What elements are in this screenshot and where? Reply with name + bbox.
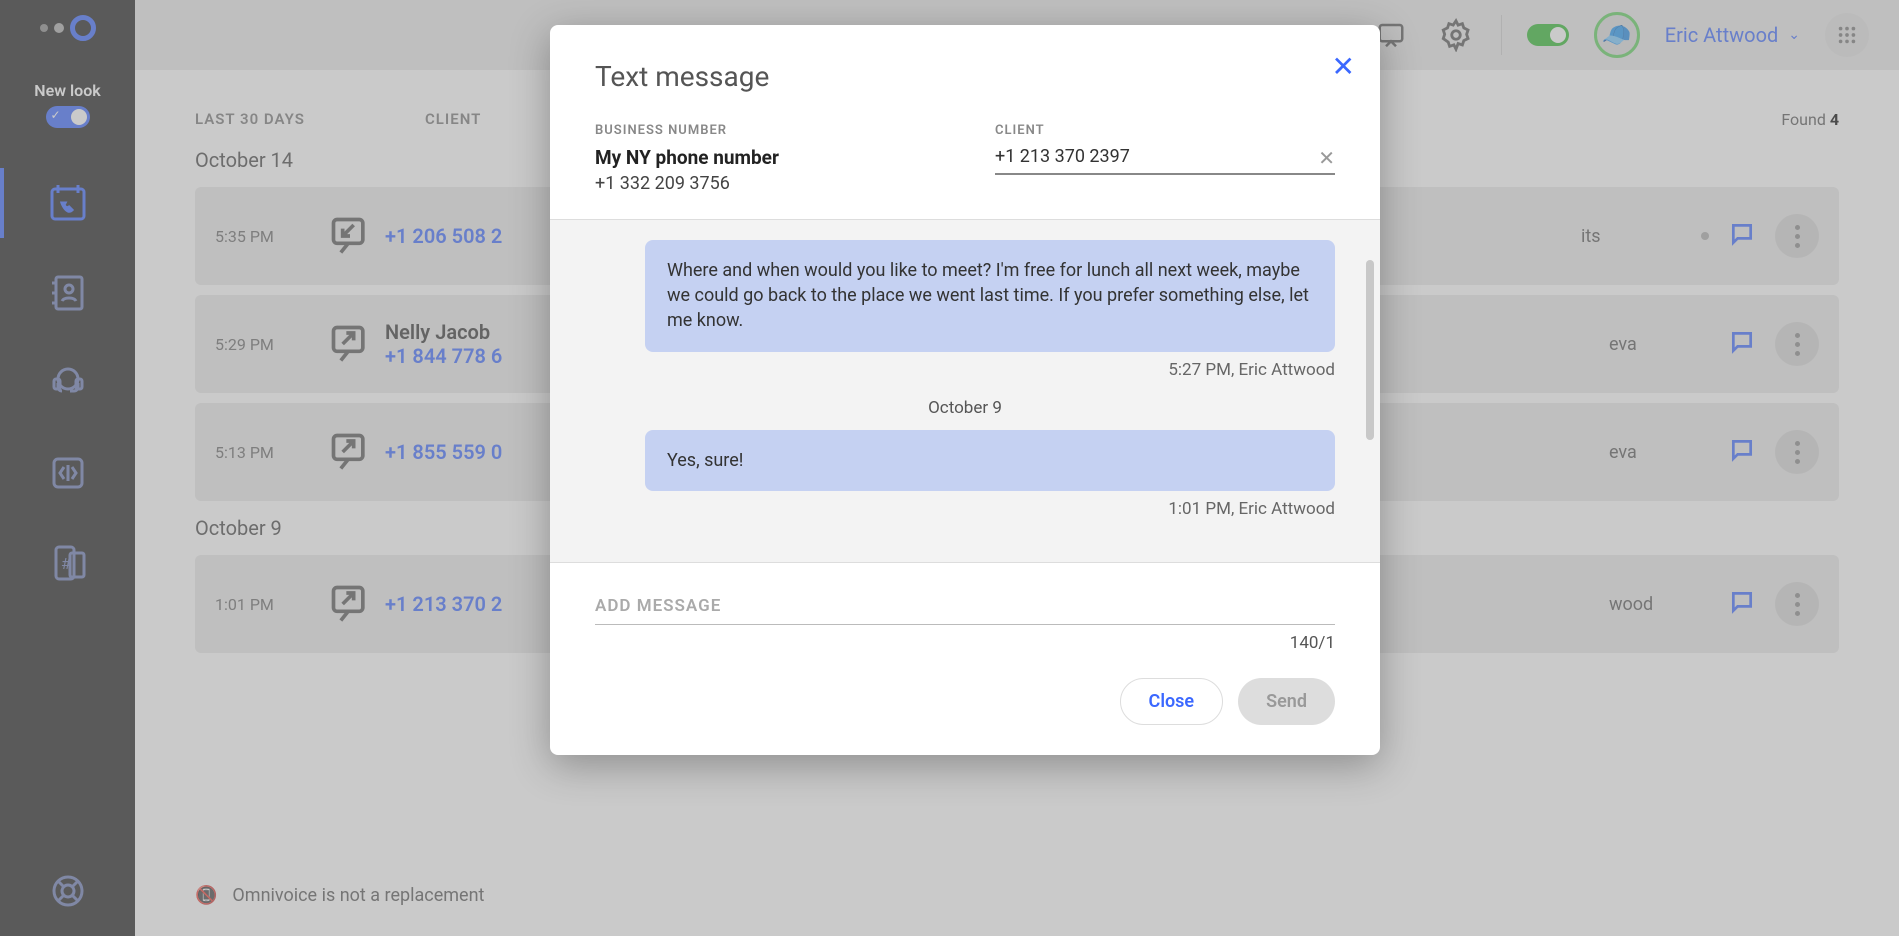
char-counter: 140/1 (595, 633, 1335, 653)
close-button[interactable]: Close (1120, 678, 1224, 725)
modal-close-button[interactable]: ✕ (1332, 50, 1355, 83)
day-separator: October 9 (595, 398, 1335, 418)
message-meta: 1:01 PM, Eric Attwood (595, 499, 1335, 519)
send-button[interactable]: Send (1238, 678, 1335, 725)
business-number-value: +1 332 209 3756 (595, 173, 935, 194)
modal-title: Text message (595, 60, 1335, 93)
message-input[interactable] (595, 588, 1335, 625)
client-input[interactable] (995, 146, 1335, 167)
thread-scrollbar[interactable] (1366, 260, 1374, 440)
message-bubble: Yes, sure! (645, 430, 1335, 491)
message-meta: 5:27 PM, Eric Attwood (595, 360, 1335, 380)
client-clear-button[interactable]: ✕ (1318, 146, 1335, 170)
message-thread: Where and when would you like to meet? I… (550, 219, 1380, 563)
business-number-label: BUSINESS NUMBER (595, 123, 935, 138)
message-bubble: Where and when would you like to meet? I… (645, 240, 1335, 352)
text-message-modal: ✕ Text message BUSINESS NUMBER My NY pho… (550, 25, 1380, 755)
client-label: CLIENT (995, 123, 1335, 138)
business-number-name: My NY phone number (595, 146, 935, 169)
